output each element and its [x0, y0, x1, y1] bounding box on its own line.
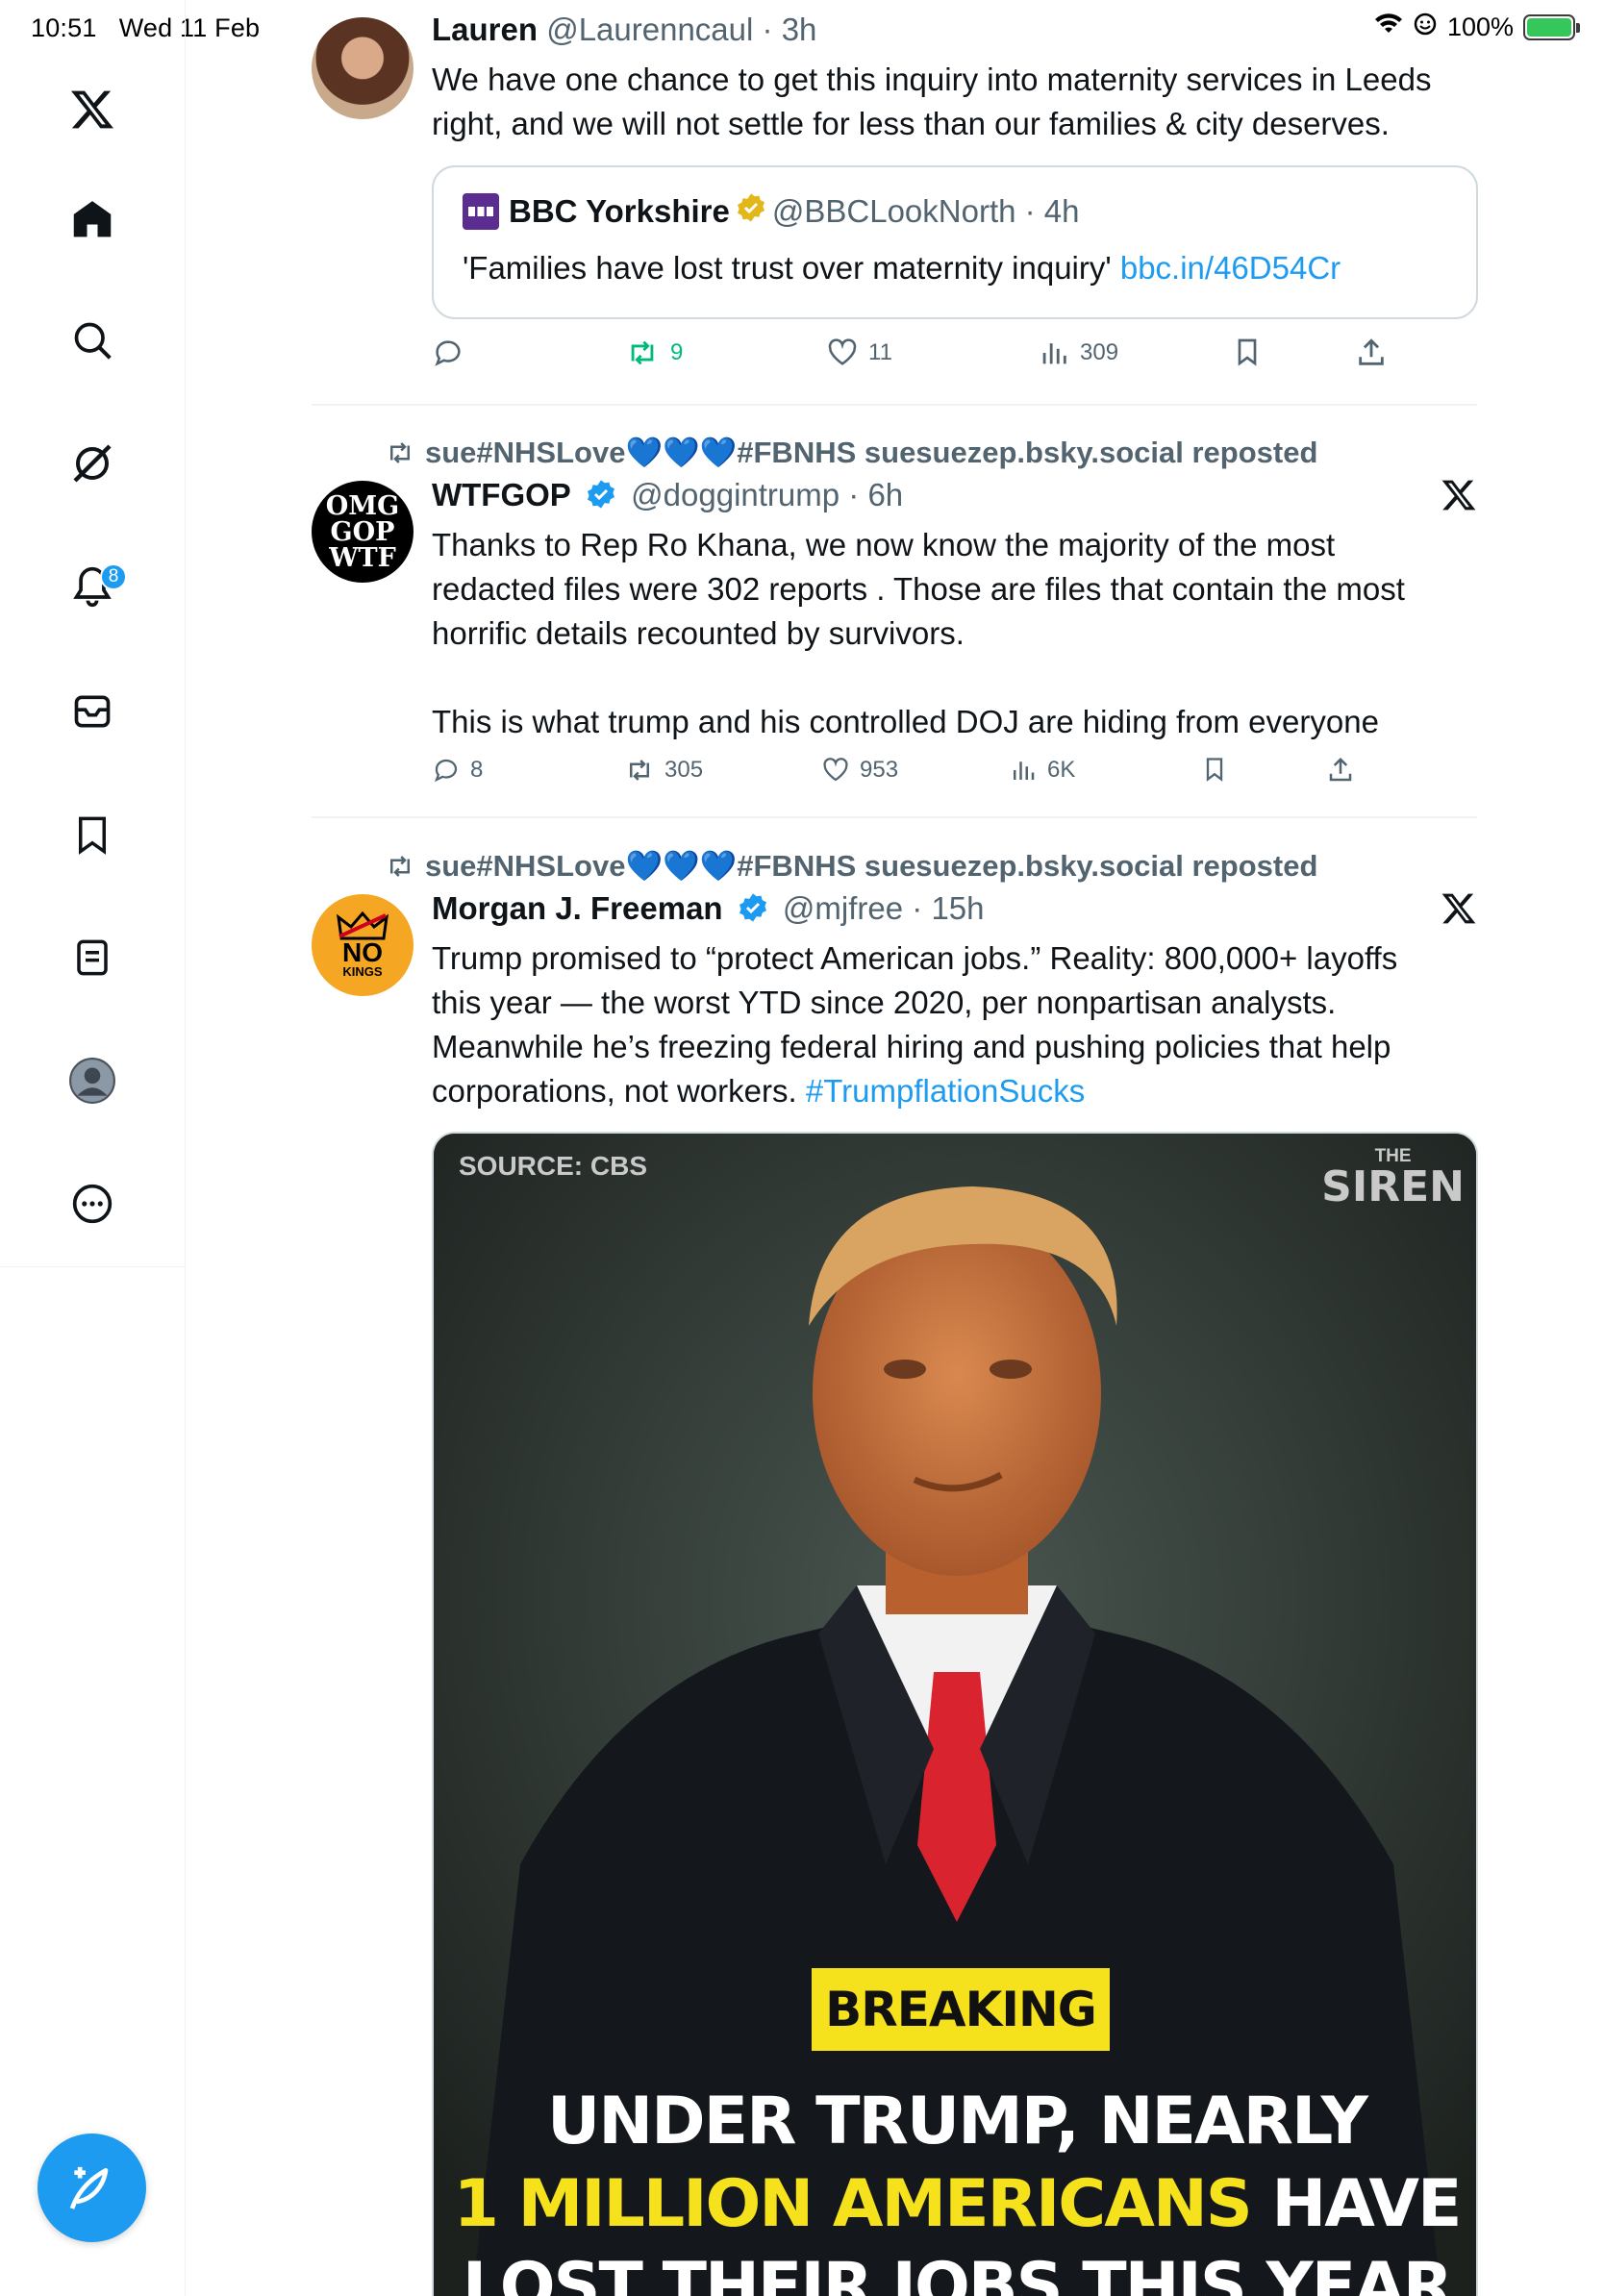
home-icon[interactable]	[62, 188, 123, 250]
avatar[interactable]: NO KINGS	[312, 894, 414, 996]
bbc-logo	[463, 193, 499, 230]
image-brand: THE SIREN	[1321, 1146, 1465, 1211]
bookmark-icon	[1238, 338, 1257, 366]
reposted-by[interactable]: sue#NHSLove💙💙💙#FBNHS suesuezep.bsky.soci…	[383, 435, 1317, 470]
avatar[interactable]	[312, 17, 414, 119]
messages-icon[interactable]	[62, 681, 123, 742]
tweet-divider	[312, 816, 1477, 818]
tweet-actions: 8 305 953 6K	[432, 756, 1480, 794]
reply-button[interactable]: 8	[432, 756, 483, 785]
quote-author-name: BBC Yorkshire	[509, 193, 730, 229]
sidebar-divider	[185, 1267, 186, 2296]
heart-icon	[828, 338, 857, 365]
verified-blue-icon	[586, 479, 616, 517]
tweet-divider	[312, 404, 1477, 406]
heart-icon	[823, 758, 848, 782]
x-source-icon	[1441, 890, 1477, 932]
sidebar: 8	[0, 0, 186, 1267]
crown-icon	[337, 911, 388, 940]
battery-icon	[1523, 14, 1580, 40]
share-icon	[1359, 338, 1384, 365]
views-icon	[1014, 761, 1035, 780]
hashtag-link[interactable]: #TrumpflationSucks	[806, 1073, 1085, 1109]
verified-blue-icon	[738, 892, 768, 931]
notifications-icon[interactable]: 8	[62, 556, 127, 617]
quoted-tweet[interactable]: BBC Yorkshire @BBCLookNorth · 4h 'Famili…	[432, 165, 1478, 319]
quote-handle: @BBCLookNorth	[771, 193, 1016, 229]
author-name[interactable]: Morgan J. Freeman	[432, 890, 723, 926]
tweet-header: Morgan J. Freeman @mjfree · 15h	[432, 890, 985, 931]
tweet-text: Thanks to Rep Ro Khana, we now know the …	[432, 527, 1405, 739]
image-headline: UNDER TRUMP, NEARLY 1 MILLION AMERICANS …	[453, 2084, 1463, 2296]
quote-text: 'Families have lost trust over maternity…	[463, 250, 1341, 286]
tweet-image[interactable]: SOURCE: CBS THE SIREN BREAKING UNDER TRU…	[432, 1132, 1478, 2296]
views-button[interactable]: 309	[1038, 337, 1118, 369]
reply-button[interactable]	[432, 337, 464, 369]
tweet-header: Lauren @Laurenncaul · 3h	[432, 12, 816, 48]
repost-icon	[390, 856, 410, 877]
more-icon[interactable]	[62, 1173, 123, 1235]
tweet-text: Trump promised to “protect American jobs…	[432, 940, 1398, 1109]
notification-badge: 8	[100, 563, 127, 590]
reply-icon	[435, 340, 461, 366]
share-button[interactable]	[1326, 756, 1355, 785]
lists-icon[interactable]	[62, 927, 123, 988]
repost-button[interactable]: 305	[624, 756, 703, 785]
tweet-morgan[interactable]: sue#NHSLove💙💙💙#FBNHS suesuezep.bsky.soci…	[312, 836, 1478, 2296]
repost-button[interactable]: 9	[624, 337, 683, 369]
quote-link[interactable]: bbc.in/46D54Cr	[1120, 250, 1341, 286]
views-icon	[1042, 343, 1066, 364]
reply-icon	[434, 759, 458, 783]
breaking-label: BREAKING	[812, 1968, 1110, 2051]
compose-button[interactable]	[38, 2134, 146, 2242]
grok-icon[interactable]	[62, 433, 123, 494]
tweet-header: WTFGOP @doggintrump · 6h	[432, 477, 903, 517]
tweet-lauren[interactable]: Lauren @Laurenncaul · 3h We have one cha…	[312, 0, 1480, 404]
avatar[interactable]: OMG GOP WTF	[312, 481, 414, 583]
author-handle[interactable]: @Laurenncaul · 3h	[546, 12, 816, 47]
search-icon[interactable]	[62, 310, 123, 371]
bookmark-icon	[1206, 758, 1223, 782]
verified-gold-icon	[736, 192, 766, 231]
share-button[interactable]	[1355, 337, 1388, 369]
like-button[interactable]: 11	[826, 337, 892, 369]
author-handle[interactable]: @doggintrump · 6h	[631, 477, 903, 512]
repost-icon	[390, 442, 410, 463]
reposted-by[interactable]: sue#NHSLove💙💙💙#FBNHS suesuezep.bsky.soci…	[383, 848, 1317, 884]
tweet-wtfgop[interactable]: sue#NHSLove💙💙💙#FBNHS suesuezep.bsky.soci…	[312, 423, 1477, 817]
image-source-label: SOURCE: CBS	[459, 1151, 648, 1181]
author-name[interactable]: WTFGOP	[432, 477, 571, 512]
repost-icon	[630, 760, 649, 781]
views-button[interactable]: 6K	[1009, 756, 1075, 785]
author-handle[interactable]: @mjfree · 15h	[783, 890, 985, 926]
compose-feather-icon	[69, 2166, 108, 2209]
author-name[interactable]: Lauren	[432, 12, 538, 47]
x-logo-icon[interactable]	[62, 79, 123, 140]
x-source-icon	[1441, 477, 1477, 518]
tweet-actions: 9 11 309	[432, 337, 1480, 375]
repost-icon	[631, 340, 654, 365]
bookmark-button[interactable]	[1232, 337, 1263, 367]
bookmark-button[interactable]	[1201, 756, 1228, 783]
quote-time: 4h	[1043, 193, 1080, 229]
bookmarks-icon[interactable]	[62, 804, 123, 865]
tweet-text: We have one chance to get this inquiry i…	[432, 62, 1432, 141]
like-button[interactable]: 953	[821, 756, 898, 785]
share-icon	[1329, 757, 1352, 782]
profile-icon[interactable]	[62, 1050, 123, 1111]
